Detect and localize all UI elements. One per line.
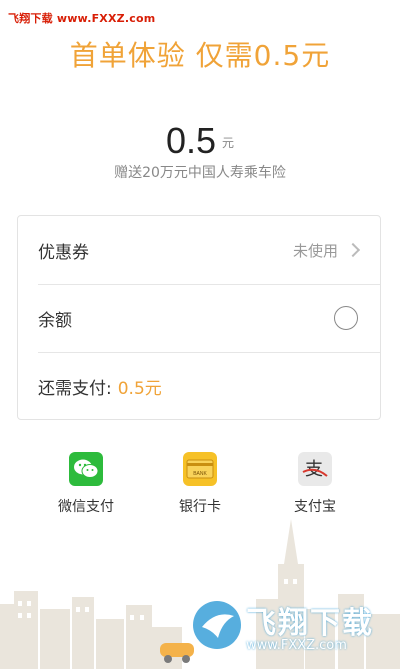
alipay-icon: 支 [298, 452, 332, 486]
logo-url: www.FXXZ.com [246, 638, 347, 653]
chevron-right-icon [345, 242, 361, 258]
coupon-selector[interactable]: 未使用 [292, 240, 361, 261]
coupon-label: 优惠券 [38, 242, 89, 263]
balance-label: 余额 [38, 310, 72, 331]
price-display: 0.5 元 [0, 120, 400, 162]
wechat-pay-button[interactable]: 微信支付 [36, 452, 136, 516]
price-unit: 元 [222, 136, 235, 150]
coupon-row[interactable]: 优惠券 未使用 [18, 216, 380, 284]
promo-headline: 首单体验 仅需0.5元 [69, 39, 331, 72]
alipay-button[interactable]: 支 支付宝 [265, 452, 365, 516]
logo-name: 飞翔下载 [246, 606, 374, 641]
wechat-icon [69, 452, 103, 486]
logo-emblem-icon [193, 601, 241, 649]
bank-icon-text: BANK [193, 471, 207, 477]
bank-card-icon: BANK [183, 452, 217, 486]
price-amount: 0.5 [165, 120, 217, 161]
coupon-status: 未使用 [292, 241, 338, 260]
bank-card-button[interactable]: BANK 银行卡 [150, 452, 250, 516]
fxxz-logo: 飞翔下载 www.FXXZ.com [190, 594, 390, 664]
balance-row[interactable]: 余额 [18, 284, 380, 352]
gift-note: 赠送20万元中国人寿乘车险 [114, 165, 286, 181]
watermark-text: 飞翔下载 www.FXXZ.com [8, 12, 156, 25]
payment-card: 优惠券 未使用 余额 还需支付: 0.5元 [17, 215, 381, 420]
balance-radio[interactable] [334, 306, 358, 330]
amount-due-row: 还需支付: 0.5元 [18, 352, 380, 420]
amount-due-label: 还需支付: [38, 378, 112, 399]
amount-due-value: 0.5元 [117, 378, 162, 399]
